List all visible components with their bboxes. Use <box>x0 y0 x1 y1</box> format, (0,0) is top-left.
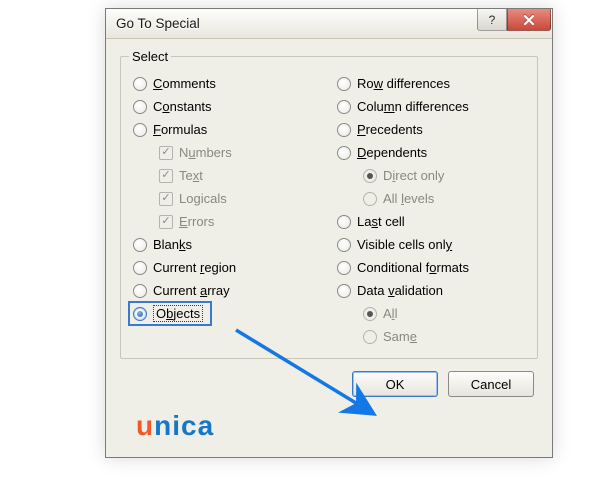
checkbox-icon: ✓ <box>159 169 173 183</box>
opt-dependents[interactable]: Dependents <box>333 141 529 164</box>
radio-icon <box>337 238 351 252</box>
radio-icon <box>337 100 351 114</box>
option-label: Text <box>179 168 203 183</box>
select-group: Select Comments Constants Formulas ✓ Numbers… <box>120 49 538 359</box>
option-label: Blanks <box>153 237 192 252</box>
go-to-special-dialog: Go To Special ? Select Comments Constants… <box>105 8 553 458</box>
option-label: Visible cells only <box>357 237 452 252</box>
radio-icon <box>133 238 147 252</box>
option-label: Column differences <box>357 99 469 114</box>
option-label: Formulas <box>153 122 207 137</box>
radio-icon <box>133 123 147 137</box>
option-label: Current region <box>153 260 236 275</box>
radio-icon <box>337 123 351 137</box>
chk-text: ✓ Text <box>129 164 325 187</box>
option-label: All levels <box>383 191 434 206</box>
opt-same: Same <box>333 325 529 348</box>
option-label: Numbers <box>179 145 232 160</box>
help-icon: ? <box>489 13 496 27</box>
checkbox-icon: ✓ <box>159 215 173 229</box>
option-label: All <box>383 306 397 321</box>
opt-constants[interactable]: Constants <box>129 95 325 118</box>
opt-blanks[interactable]: Blanks <box>129 233 325 256</box>
radio-icon <box>133 100 147 114</box>
close-button[interactable] <box>507 9 551 31</box>
dialog-body: Select Comments Constants Formulas ✓ Numbers… <box>106 39 552 409</box>
radio-icon <box>363 330 377 344</box>
opt-data-validation[interactable]: Data validation <box>333 279 529 302</box>
cancel-button[interactable]: Cancel <box>448 371 534 397</box>
option-label: Current array <box>153 283 230 298</box>
window-buttons: ? <box>477 9 551 31</box>
chk-numbers: ✓ Numbers <box>129 141 325 164</box>
option-label: Objects <box>153 305 203 322</box>
radio-icon <box>133 77 147 91</box>
radio-icon <box>363 169 377 183</box>
options-left-column: Comments Constants Formulas ✓ Numbers ✓ Text ✓ L… <box>129 72 325 348</box>
option-label: Logicals <box>179 191 227 206</box>
checkbox-icon: ✓ <box>159 192 173 206</box>
option-label: Comments <box>153 76 216 91</box>
opt-comments[interactable]: Comments <box>129 72 325 95</box>
radio-icon <box>337 77 351 91</box>
opt-last-cell[interactable]: Last cell <box>333 210 529 233</box>
option-label: Precedents <box>357 122 423 137</box>
watermark: unica <box>136 410 214 442</box>
checkbox-icon: ✓ <box>159 146 173 160</box>
opt-objects[interactable]: Objects <box>129 302 211 325</box>
opt-current-array[interactable]: Current array <box>129 279 325 302</box>
chk-errors: ✓ Errors <box>129 210 325 233</box>
radio-icon <box>337 284 351 298</box>
options-right-column: Row differences Column differences Precede… <box>333 72 529 348</box>
option-label: Row differences <box>357 76 450 91</box>
radio-icon <box>337 215 351 229</box>
titlebar[interactable]: Go To Special ? <box>106 9 552 39</box>
dialog-title: Go To Special <box>106 16 477 31</box>
help-button[interactable]: ? <box>477 9 507 31</box>
opt-all-levels: All levels <box>333 187 529 210</box>
select-group-label: Select <box>129 49 171 64</box>
option-label: Dependents <box>357 145 427 160</box>
close-icon <box>523 15 535 25</box>
opt-row-differences[interactable]: Row differences <box>333 72 529 95</box>
dialog-buttons: OK Cancel <box>120 359 538 397</box>
opt-formulas[interactable]: Formulas <box>129 118 325 141</box>
radio-icon <box>363 307 377 321</box>
radio-icon <box>337 146 351 160</box>
opt-visible-cells[interactable]: Visible cells only <box>333 233 529 256</box>
option-label: Conditional formats <box>357 260 469 275</box>
opt-conditional-formats[interactable]: Conditional formats <box>333 256 529 279</box>
opt-current-region[interactable]: Current region <box>129 256 325 279</box>
ok-button[interactable]: OK <box>352 371 438 397</box>
radio-icon <box>337 261 351 275</box>
radio-icon <box>133 284 147 298</box>
chk-logicals: ✓ Logicals <box>129 187 325 210</box>
opt-column-differences[interactable]: Column differences <box>333 95 529 118</box>
option-label: Same <box>383 329 417 344</box>
option-label: Last cell <box>357 214 405 229</box>
option-label: Direct only <box>383 168 444 183</box>
radio-icon <box>133 261 147 275</box>
opt-direct-only: Direct only <box>333 164 529 187</box>
opt-all: All <box>333 302 529 325</box>
option-label: Errors <box>179 214 214 229</box>
option-label: Constants <box>153 99 212 114</box>
option-label: Data validation <box>357 283 443 298</box>
radio-icon <box>363 192 377 206</box>
radio-icon <box>133 307 147 321</box>
opt-precedents[interactable]: Precedents <box>333 118 529 141</box>
